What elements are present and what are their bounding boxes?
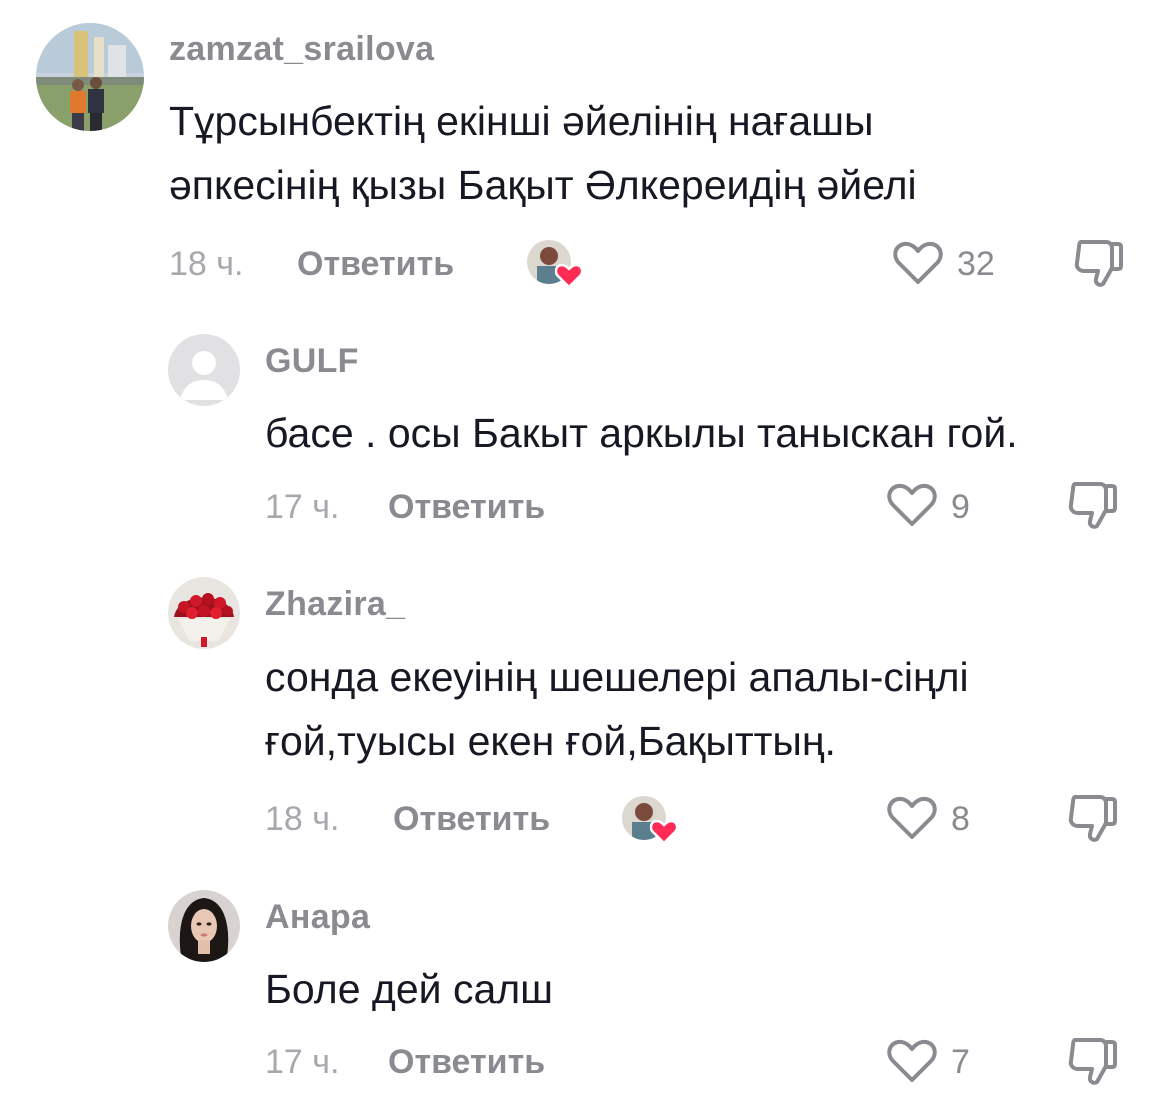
reply-button[interactable]: Ответить (388, 488, 545, 527)
creator-liked-indicator (527, 240, 583, 288)
heart-outline-icon[interactable] (886, 482, 938, 528)
avatar[interactable] (168, 577, 240, 649)
heart-filled-icon (650, 819, 678, 844)
avatar[interactable] (168, 890, 240, 962)
comment-text: Тұрсынбектің екінші әйелінің нағашы әпке… (169, 89, 917, 217)
comment-text-line: ғой,туысы екен ғой,Бақыттың. (265, 718, 836, 764)
avatar[interactable] (168, 334, 240, 406)
comment-timestamp: 18 ч. (265, 800, 340, 838)
comment-timestamp: 17 ч. (265, 1043, 340, 1081)
like-count: 9 (951, 488, 970, 526)
comment-text-line: әпкесінің қызы Бақыт Әлкереидің әйелі (169, 162, 917, 208)
comment-timestamp: 17 ч. (265, 488, 340, 526)
comment-text: Боле дей салш (265, 957, 553, 1021)
comment-text-line: Боле дей салш (265, 966, 554, 1012)
like-count: 7 (951, 1043, 970, 1081)
like-count: 8 (951, 800, 970, 838)
comment-text-line: басе . осы Бакыт аркылы таныскан гой. (265, 410, 1018, 456)
comment-text: сонда екеуінің шешелері апалы-сіңлі ғой,… (265, 645, 969, 773)
reply-button[interactable]: Ответить (297, 245, 454, 284)
heart-outline-icon[interactable] (892, 240, 944, 286)
comment-timestamp: 18 ч. (169, 245, 244, 283)
comment-username[interactable]: zamzat_srailova (169, 30, 434, 69)
comment-username[interactable]: Zhazira_ (265, 585, 405, 624)
thumbs-down-icon[interactable] (1067, 480, 1119, 530)
reply-button[interactable]: Ответить (388, 1043, 545, 1082)
comment-username[interactable]: Анара (265, 898, 370, 937)
comment-username[interactable]: GULF (265, 342, 359, 381)
like-count: 32 (957, 245, 995, 283)
comment-text: басе . осы Бакыт аркылы таныскан гой. (265, 401, 1018, 465)
thumbs-down-icon[interactable] (1067, 793, 1119, 843)
heart-outline-icon[interactable] (886, 1038, 938, 1084)
comment-text-line: Тұрсынбектің екінші әйелінің нағашы (169, 98, 874, 144)
reply-button[interactable]: Ответить (393, 800, 550, 839)
heart-outline-icon[interactable] (886, 795, 938, 841)
heart-filled-icon (555, 263, 583, 288)
comment-text-line: сонда екеуінің шешелері апалы-сіңлі (265, 654, 969, 700)
creator-liked-indicator (622, 796, 678, 844)
thumbs-down-icon[interactable] (1073, 238, 1125, 288)
thumbs-down-icon[interactable] (1067, 1036, 1119, 1086)
avatar[interactable] (36, 23, 144, 131)
